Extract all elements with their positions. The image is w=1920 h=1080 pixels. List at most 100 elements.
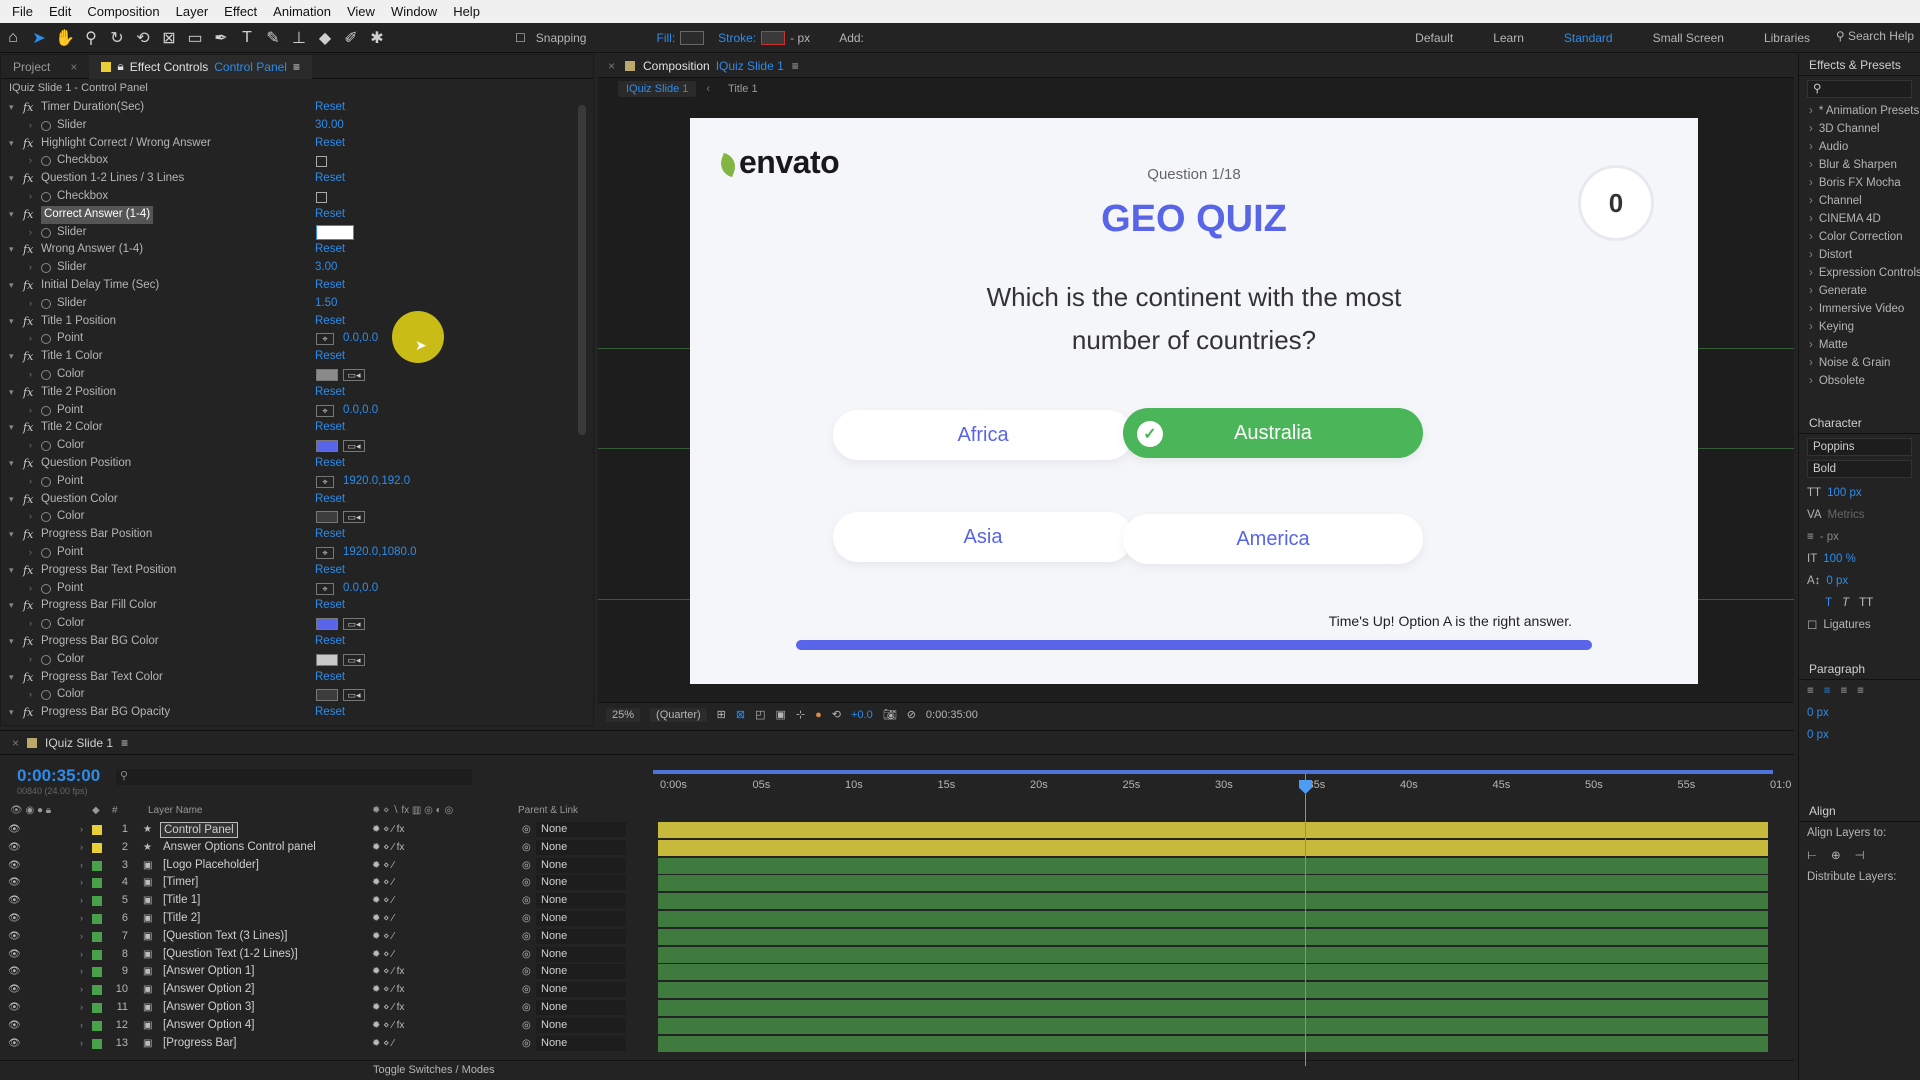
- fx-icon[interactable]: fx: [23, 384, 33, 402]
- layer-name[interactable]: [Timer]: [163, 874, 198, 892]
- eyedropper-icon[interactable]: ▭◂: [343, 653, 365, 666]
- reset-link[interactable]: Reset: [315, 597, 345, 615]
- label-color-icon[interactable]: [92, 1020, 102, 1031]
- crosshair-icon[interactable]: ⌖: [316, 333, 334, 346]
- layer-duration-bar[interactable]: [658, 1035, 1768, 1052]
- stopwatch-icon[interactable]: [41, 405, 51, 416]
- eraser-tool-icon[interactable]: ◆: [312, 25, 338, 51]
- stopwatch-icon[interactable]: [41, 583, 51, 594]
- label-color-icon[interactable]: [92, 1002, 102, 1013]
- align-left-icon[interactable]: ≡: [1807, 685, 1814, 697]
- layer-switches-icon[interactable]: ✹ ⋄ ∕ fx: [372, 821, 404, 839]
- breadcrumb-comp[interactable]: IQuiz Slide 1: [618, 81, 697, 97]
- zoom-dropdown[interactable]: 25%: [606, 707, 641, 722]
- effect-row[interactable]: ▾ fx Wrong Answer (1-4) Reset: [1, 241, 581, 259]
- eye-icon[interactable]: 👁︎: [8, 857, 21, 875]
- label-color-icon[interactable]: [92, 985, 102, 996]
- answer-option-australia[interactable]: ✓ Australia: [1123, 408, 1423, 458]
- eye-icon[interactable]: 👁︎: [8, 910, 21, 928]
- pickwhip-icon[interactable]: ◎: [522, 963, 531, 981]
- layer-switches-icon[interactable]: ✹ ⋄ ∕: [372, 928, 394, 946]
- layer-name[interactable]: [Progress Bar]: [163, 1035, 237, 1053]
- fx-icon[interactable]: fx: [23, 277, 33, 295]
- property-value[interactable]: 1920.0,192.0: [343, 473, 410, 491]
- layer-switches-icon[interactable]: ✹ ⋄ ∕: [372, 874, 394, 892]
- color-swatch[interactable]: [316, 618, 338, 631]
- reset-link[interactable]: Reset: [315, 419, 345, 437]
- stopwatch-icon[interactable]: [41, 547, 51, 558]
- effect-row[interactable]: ▾ fx Progress Bar Fill Color Reset: [1, 597, 581, 615]
- effects-category[interactable]: Obsolete: [1799, 372, 1920, 390]
- parent-dropdown[interactable]: None: [536, 964, 626, 980]
- vertical-scale-value[interactable]: 100 %: [1823, 553, 1856, 565]
- effects-category[interactable]: Distort: [1799, 246, 1920, 264]
- layer-switches-icon[interactable]: ✹ ⋄ ∕: [372, 1035, 394, 1053]
- property-value[interactable]: 0.0,0.0: [343, 402, 378, 420]
- layer-name[interactable]: Control Panel: [160, 822, 238, 838]
- zoom-tool-icon[interactable]: ⚲: [78, 25, 104, 51]
- parent-dropdown[interactable]: None: [536, 928, 626, 944]
- expand-arrow-icon[interactable]: ▾: [9, 491, 14, 509]
- expand-arrow-icon[interactable]: ›: [80, 874, 83, 892]
- menu-item-view[interactable]: View: [347, 4, 375, 19]
- crosshair-icon[interactable]: ⌖: [316, 475, 334, 488]
- layer-row[interactable]: 👁︎ › 11 ▣ [Answer Option 3] ✹ ⋄ ∕ fx ◎ None: [0, 999, 656, 1017]
- reset-link[interactable]: Reset: [315, 348, 345, 366]
- parent-dropdown[interactable]: None: [536, 822, 626, 837]
- fx-icon[interactable]: fx: [23, 455, 33, 473]
- layer-duration-bar[interactable]: [658, 839, 1768, 856]
- stopwatch-icon[interactable]: [41, 654, 51, 665]
- menu-item-composition[interactable]: Composition: [87, 4, 159, 19]
- current-time[interactable]: 0:00:35:00: [17, 766, 100, 786]
- fx-icon[interactable]: fx: [23, 313, 33, 331]
- effect-row[interactable]: ▾ fx Progress Bar Text Position Reset: [1, 562, 581, 580]
- effects-category[interactable]: Expression Controls: [1799, 264, 1920, 282]
- parent-dropdown[interactable]: None: [536, 946, 626, 962]
- pickwhip-icon[interactable]: ◎: [522, 839, 531, 857]
- expand-arrow-icon[interactable]: ▾: [9, 562, 14, 580]
- expand-arrow-icon[interactable]: ›: [29, 330, 32, 348]
- label-color-icon[interactable]: [92, 878, 102, 889]
- property-value[interactable]: 0.0,0.0: [343, 580, 378, 598]
- scrollbar[interactable]: [578, 105, 586, 435]
- reset-link[interactable]: Reset: [315, 277, 345, 295]
- effect-row[interactable]: ▾ fx Question Color Reset: [1, 491, 581, 509]
- property-value[interactable]: 1920.0,1080.0: [343, 544, 417, 562]
- align-center-icon[interactable]: ≡: [1824, 685, 1831, 697]
- expand-arrow-icon[interactable]: ▾: [9, 455, 14, 473]
- pen-tool-icon[interactable]: ✒: [208, 25, 234, 51]
- eye-icon[interactable]: 👁︎: [8, 821, 21, 839]
- eye-icon[interactable]: 👁︎: [8, 874, 21, 892]
- pickwhip-icon[interactable]: ◎: [522, 910, 531, 928]
- close-icon[interactable]: ×: [608, 59, 615, 73]
- parent-dropdown[interactable]: None: [536, 839, 626, 855]
- reset-link[interactable]: Reset: [315, 313, 345, 331]
- search-help[interactable]: ⚲ Search Help: [1836, 29, 1914, 43]
- stopwatch-icon[interactable]: [41, 512, 51, 523]
- crosshair-icon[interactable]: ⌖: [316, 404, 334, 417]
- expand-arrow-icon[interactable]: ›: [80, 910, 83, 928]
- justify-icon[interactable]: ≡: [1857, 685, 1864, 697]
- expand-arrow-icon[interactable]: ›: [29, 580, 32, 598]
- layer-name[interactable]: [Title 1]: [163, 892, 200, 910]
- eye-icon[interactable]: 👁︎: [8, 892, 21, 910]
- color-swatch[interactable]: [316, 368, 338, 381]
- expand-arrow-icon[interactable]: ›: [29, 615, 32, 633]
- font-family-field[interactable]: Poppins: [1807, 438, 1912, 456]
- effects-category[interactable]: * Animation Presets: [1799, 102, 1920, 120]
- align-right-icon[interactable]: ≡: [1840, 685, 1847, 697]
- effect-row[interactable]: ▾ fx Timer Duration(Sec) Reset: [1, 99, 581, 117]
- label-color-icon[interactable]: [92, 949, 102, 960]
- expand-arrow-icon[interactable]: ›: [29, 259, 32, 277]
- expand-arrow-icon[interactable]: ▾: [9, 277, 14, 295]
- pickwhip-icon[interactable]: ◎: [522, 1017, 531, 1035]
- stopwatch-icon[interactable]: [41, 191, 51, 202]
- expand-arrow-icon[interactable]: ›: [29, 402, 32, 420]
- effect-row[interactable]: ▾ fx Title 2 Position Reset: [1, 384, 581, 402]
- reset-link[interactable]: Reset: [315, 135, 345, 153]
- expand-arrow-icon[interactable]: ›: [80, 946, 83, 964]
- indent-first-value[interactable]: 0 px: [1807, 729, 1829, 741]
- label-color-icon[interactable]: [92, 825, 102, 835]
- eye-icon[interactable]: 👁︎: [8, 1017, 21, 1035]
- layer-name[interactable]: [Answer Option 2]: [163, 981, 254, 999]
